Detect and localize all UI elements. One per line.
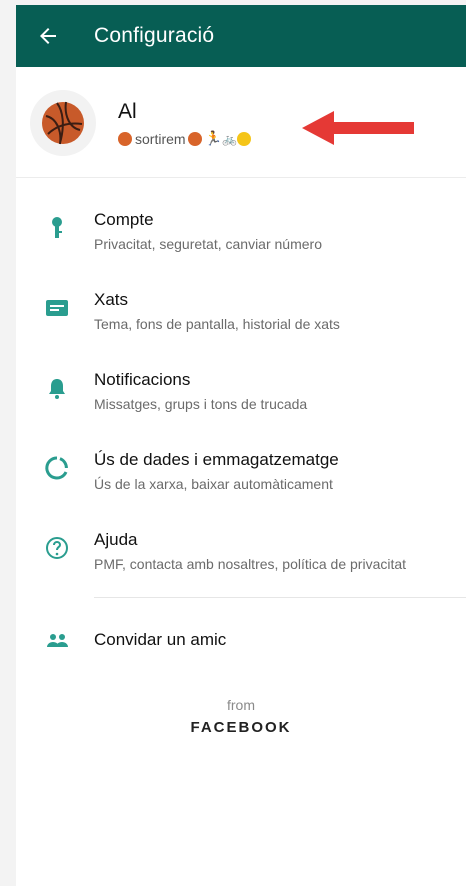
settings-item-invite[interactable]: Convidar un amic: [16, 615, 466, 665]
help-icon: [46, 537, 68, 559]
footer-brand: FACEBOOK: [190, 719, 292, 736]
data-usage-icon: [45, 456, 68, 480]
settings-item-compte[interactable]: Compte Privacitat, seguretat, canviar nú…: [16, 197, 466, 271]
item-subtitle: PMF, contacta amb nosaltres, política de…: [94, 556, 407, 572]
red-arrow-annotation-icon: [302, 111, 414, 145]
basketball-emoji-icon: [118, 131, 132, 146]
profile-status: sortirem 🏃 🚲: [118, 130, 254, 147]
item-title: Notificacions: [94, 370, 191, 389]
settings-page: Configuració Al sortirem 🏃 🚲 Compte Priv…: [16, 5, 466, 886]
settings-item-xats[interactable]: Xats Tema, fons de pantalla, historial d…: [16, 277, 466, 351]
divider: [94, 597, 466, 598]
profile-section[interactable]: Al sortirem 🏃 🚲: [16, 67, 466, 178]
item-title: Ús de dades i emmagatzematge: [94, 450, 339, 469]
settings-item-dades[interactable]: Ús de dades i emmagatzematge Ús de la xa…: [16, 437, 466, 511]
runner-emoji-icon: 🏃: [204, 130, 222, 146]
bell-icon: [49, 379, 65, 399]
avatar[interactable]: [30, 90, 96, 156]
chat-icon: [46, 300, 68, 316]
item-subtitle: Tema, fons de pantalla, historial de xat…: [94, 316, 340, 332]
item-title: Compte: [94, 210, 154, 229]
footer-from: from: [227, 697, 255, 713]
basketball-icon: [42, 101, 84, 145]
item-title: Convidar un amic: [94, 630, 227, 649]
item-subtitle: Ús de la xarxa, baixar automàticament: [94, 476, 333, 492]
people-icon: [47, 634, 68, 647]
item-title: Xats: [94, 290, 129, 309]
sunglasses-emoji-icon: [236, 131, 251, 146]
basketball-emoji-icon: [187, 131, 202, 146]
item-title: Ajuda: [94, 530, 138, 549]
profile-name: Al: [118, 100, 137, 123]
key-icon: [52, 217, 62, 238]
settings-item-notificacions[interactable]: Notificacions Missatges, grups i tons de…: [16, 357, 466, 431]
bicycle-emoji-icon: 🚲: [222, 131, 237, 146]
app-bar: Configuració: [16, 5, 466, 67]
item-subtitle: Missatges, grups i tons de trucada: [94, 396, 308, 412]
profile-status-text: sortirem: [135, 130, 186, 147]
item-subtitle: Privacitat, seguretat, canviar número: [94, 236, 322, 252]
back-arrow-icon[interactable]: [36, 24, 60, 48]
settings-item-ajuda[interactable]: Ajuda PMF, contacta amb nosaltres, polít…: [16, 517, 466, 591]
page-title: Configuració: [94, 24, 215, 47]
